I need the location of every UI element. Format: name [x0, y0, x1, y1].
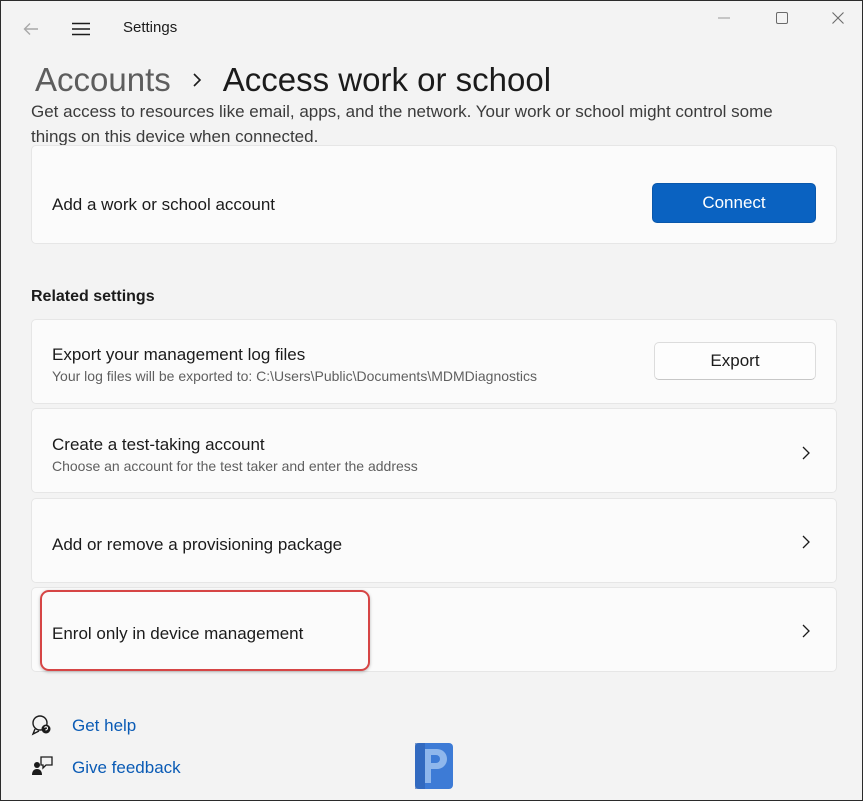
chevron-right-icon — [193, 73, 201, 87]
app-title: Settings — [123, 19, 178, 36]
hamburger-menu-icon — [72, 22, 90, 36]
page-title: Access work or school — [222, 61, 552, 98]
settings-window: Settings Accounts Access work or school … — [0, 0, 863, 801]
close-icon — [832, 12, 844, 24]
back-button[interactable] — [15, 15, 47, 43]
chevron-right-icon — [800, 445, 812, 461]
add-account-label: Add a work or school account — [52, 195, 276, 214]
test-taking-account-item[interactable]: Create a test-taking account Choose an a… — [31, 408, 837, 493]
get-help-label: Get help — [72, 716, 137, 735]
export-logs-subtitle: Your log files will be exported to: C:\U… — [52, 368, 538, 384]
settings-content: Get access to resources like email, apps… — [1, 103, 862, 800]
breadcrumb: Accounts Access work or school — [35, 57, 551, 103]
minimize-icon — [718, 17, 730, 19]
back-arrow-icon — [23, 23, 38, 35]
related-settings-heading: Related settings — [31, 288, 155, 305]
maximize-button[interactable] — [759, 3, 805, 33]
navigation-menu-button[interactable] — [65, 15, 97, 43]
chevron-right-icon — [800, 623, 812, 639]
export-logs-title: Export your management log files — [52, 345, 306, 364]
watermark-logo — [415, 743, 453, 789]
maximize-icon — [776, 12, 788, 24]
provisioning-package-item[interactable]: Add or remove a provisioning package — [31, 498, 837, 583]
minimize-button[interactable] — [701, 3, 747, 33]
give-feedback-label: Give feedback — [72, 758, 181, 777]
connect-button[interactable]: Connect — [652, 183, 816, 223]
test-taking-account-title: Create a test-taking account — [52, 435, 265, 454]
help-icon — [31, 715, 51, 736]
add-account-card: Add a work or school account Connect — [31, 145, 837, 244]
export-button[interactable]: Export — [654, 342, 816, 380]
page-description: Get access to resources like email, apps… — [31, 103, 773, 146]
export-logs-card: Export your management log files Your lo… — [31, 319, 837, 404]
provisioning-package-title: Add or remove a provisioning package — [52, 535, 343, 554]
title-bar: Settings — [1, 1, 862, 57]
close-button[interactable] — [815, 3, 861, 33]
feedback-icon — [32, 756, 53, 775]
highlight-annotation — [40, 590, 370, 671]
test-taking-account-subtitle: Choose an account for the test taker and… — [52, 458, 418, 474]
breadcrumb-parent-accounts[interactable]: Accounts — [35, 61, 171, 99]
chevron-right-icon — [800, 534, 812, 550]
breadcrumb-separator — [171, 72, 223, 88]
